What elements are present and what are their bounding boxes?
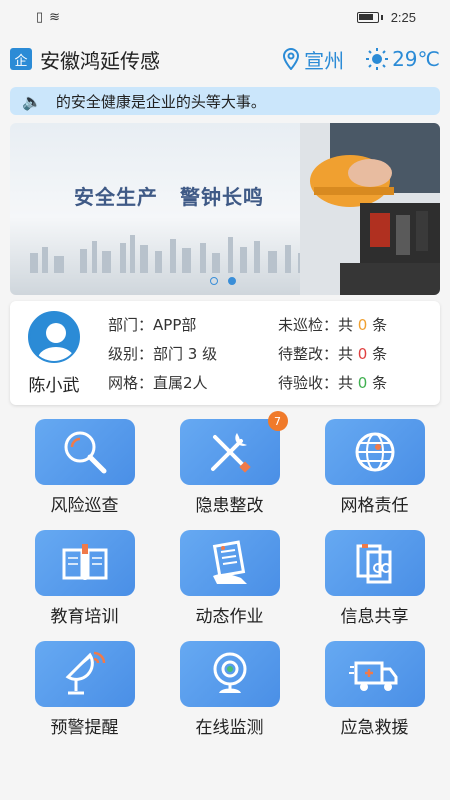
avatar[interactable] — [28, 310, 80, 363]
sun-icon — [366, 48, 389, 70]
to-accept-count: 0 — [357, 374, 368, 392]
location-selector[interactable]: 宣州 — [282, 45, 344, 74]
location-pin-icon — [283, 48, 300, 70]
app-header: 企 安徽鸿延传感 宣州 29℃ — [0, 34, 450, 84]
carousel-indicator — [210, 277, 236, 285]
user-name: 陈小武 — [28, 375, 80, 396]
menu-tile[interactable] — [324, 641, 425, 707]
globe-grid-icon — [355, 432, 394, 472]
menu-risk-inspection[interactable]: 风险巡查 — [12, 419, 157, 516]
menu-education-training[interactable]: 教育培训 — [12, 530, 157, 627]
menu-label: 动态作业 — [195, 607, 264, 627]
banner-carousel[interactable]: 安全生产 警钟长鸣 — [10, 123, 440, 295]
notification-badge: 7 — [267, 411, 288, 431]
uninspected-row[interactable]: 未巡检：共 0 条 — [278, 311, 387, 340]
tools-icon — [210, 433, 251, 473]
speaker-icon: 🔈 — [22, 91, 42, 111]
menu-tile[interactable]: 7 — [179, 411, 288, 485]
menu-tile[interactable] — [179, 530, 280, 596]
battery-icon — [356, 11, 379, 23]
uninspected-count: 0 — [357, 316, 368, 334]
uninspected-post: 条 — [367, 316, 388, 334]
menu-early-warning[interactable]: 预警提醒 — [12, 641, 157, 738]
menu-info-sharing[interactable]: 信息共享 — [302, 530, 447, 627]
status-bar: ▯ ≋ 2:25 — [0, 0, 450, 34]
book-icon — [62, 544, 107, 580]
menu-hazard-rectify[interactable]: 7 隐患整改 — [157, 411, 302, 516]
menu-tile[interactable] — [34, 641, 135, 707]
to-rectify-pre: 共 — [338, 345, 358, 363]
level-value: 部门 3 级 — [153, 345, 218, 363]
menu-tile[interactable] — [324, 419, 425, 485]
level-label: 级别： — [108, 345, 154, 363]
to-accept-row[interactable]: 待验收：共 0 条 — [278, 369, 387, 398]
wifi-icon: ≋ — [49, 9, 61, 24]
task-summary: 未巡检：共 0 条 待整改：共 0 条 待验收：共 0 条 — [278, 311, 387, 398]
location-text: 宣州 — [304, 48, 345, 73]
status-time: 2:25 — [390, 9, 416, 25]
to-accept-post: 条 — [367, 374, 388, 392]
menu-tile[interactable] — [179, 641, 280, 707]
magnifier-icon — [64, 431, 106, 474]
menu-label: 网格责任 — [340, 496, 409, 516]
menu-label: 信息共享 — [340, 607, 409, 627]
ambulance-icon — [348, 661, 397, 691]
to-accept-pre: 共 — [338, 374, 358, 392]
menu-tile[interactable] — [324, 530, 425, 596]
menu-emergency-rescue[interactable]: 应急救援 — [302, 641, 447, 738]
banner-slogan: 安全生产 警钟长鸣 — [74, 181, 286, 210]
banner-slogan-2: 警钟长鸣 — [180, 185, 264, 209]
temperature-text: 29℃ — [392, 47, 440, 71]
user-info: 部门：APP部 级别：部门 3 级 网格：直属2人 — [108, 311, 217, 398]
webcam-icon — [213, 652, 246, 693]
to-rectify-count: 0 — [357, 345, 368, 363]
app-logo-icon: 企 — [10, 48, 32, 70]
worker-helmet-image — [300, 123, 440, 295]
to-rectify-row[interactable]: 待整改：共 0 条 — [278, 340, 387, 369]
document-share-icon — [356, 544, 391, 584]
menu-tile[interactable] — [34, 530, 135, 596]
banner-slogan-1: 安全生产 — [74, 185, 158, 209]
menu-label: 教育培训 — [50, 607, 119, 627]
menu-label: 应急救援 — [340, 718, 409, 738]
sim-icon: ▯ — [36, 9, 44, 24]
page-title: 安徽鸿延传感 — [40, 48, 160, 73]
uninspected-pre: 共 — [338, 316, 358, 334]
menu-online-monitoring[interactable]: 在线监测 — [157, 641, 302, 738]
menu-label: 预警提醒 — [50, 718, 119, 738]
to-rectify-post: 条 — [367, 345, 388, 363]
carousel-dot-active[interactable] — [228, 277, 236, 285]
uninspected-label: 未巡检： — [278, 316, 339, 334]
to-accept-label: 待验收： — [278, 374, 339, 392]
user-profile-card[interactable]: 陈小武 部门：APP部 级别：部门 3 级 网格：直属2人 未巡检：共 0 条 … — [10, 301, 440, 405]
menu-grid-responsibility[interactable]: 网格责任 — [302, 419, 447, 516]
dept-value: APP部 — [153, 316, 197, 334]
dept-label: 部门： — [108, 316, 154, 334]
function-menu-grid: 风险巡查 7 隐患整改 网格责任 教育培训 动态作业 信息共享 预警提醒 在线监… — [12, 411, 450, 738]
menu-label: 在线监测 — [195, 718, 264, 738]
menu-label: 风险巡查 — [50, 496, 119, 516]
menu-label: 隐患整改 — [195, 496, 264, 516]
weather-widget[interactable]: 29℃ — [366, 47, 440, 71]
carousel-dot[interactable] — [210, 277, 218, 285]
notice-bar[interactable]: 🔈 的安全健康是企业的头等大事。 — [10, 87, 440, 115]
notice-text: 的安全健康是企业的头等大事。 — [55, 92, 266, 111]
to-rectify-label: 待整改： — [278, 345, 339, 363]
hand-document-icon — [212, 540, 247, 584]
menu-dynamic-operation[interactable]: 动态作业 — [157, 530, 302, 627]
menu-tile[interactable] — [34, 419, 135, 485]
grid-label: 网格： — [108, 374, 154, 392]
satellite-dish-icon — [65, 651, 105, 695]
user-icon — [30, 312, 78, 361]
grid-value: 直属2人 — [153, 374, 208, 392]
